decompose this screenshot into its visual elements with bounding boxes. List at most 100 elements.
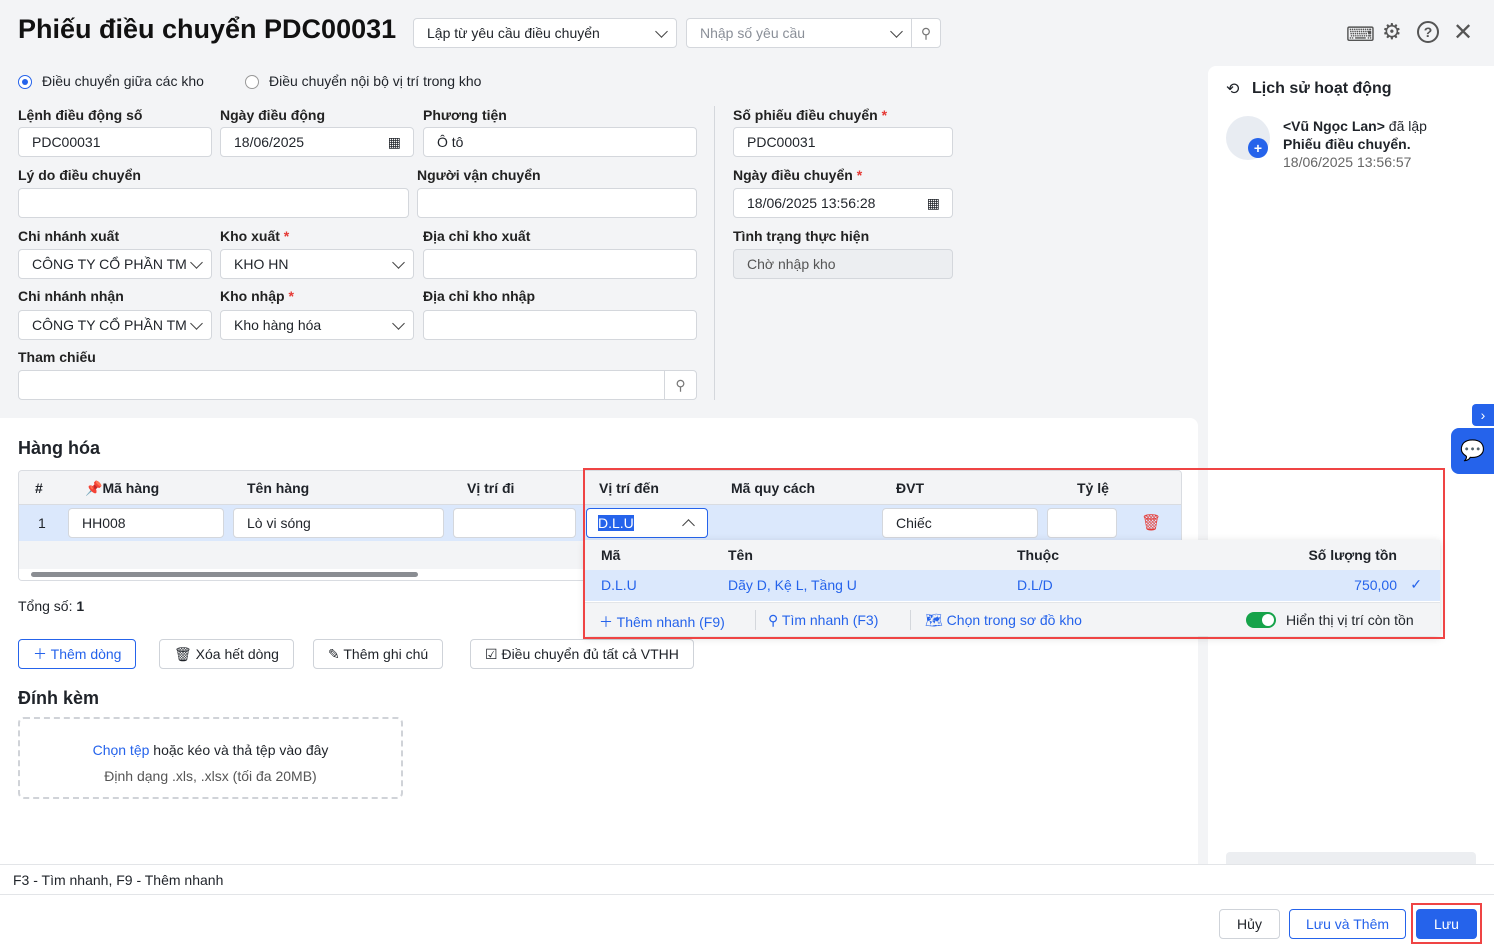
label: Chi nhánh xuất — [18, 228, 120, 244]
chevron-down-icon — [890, 25, 903, 38]
col-header: Số lượng tồn — [1308, 547, 1397, 563]
to-location-select[interactable]: D.L.U — [586, 508, 708, 538]
label: Phương tiện — [423, 107, 507, 123]
trash-icon[interactable]: 🗑 — [1141, 513, 1161, 533]
clear-rows-button[interactable]: 🗑 Xóa hết dòng — [159, 639, 294, 669]
code-input[interactable]: HH008 — [68, 508, 224, 538]
search-icon: ⚲ — [768, 612, 779, 628]
calendar-icon[interactable]: ▦ — [927, 189, 940, 217]
toggle-knob — [1262, 614, 1274, 626]
from-warehouse-select[interactable]: KHO HN — [220, 249, 414, 279]
choose-map-button[interactable]: 🗺 Chọn trong sơ đồ kho — [925, 612, 1082, 629]
table-row[interactable]: 1 HH008 Lò vi sóng D.L.U Chiếc 🗑 — [19, 505, 1181, 541]
radio-label: Điều chuyển nội bộ vị trí trong kho — [269, 73, 482, 89]
required-mark: * — [856, 167, 863, 183]
add-note-button[interactable]: ✎ Thêm ghi chú — [313, 639, 444, 669]
label: Tham chiếu — [18, 349, 96, 365]
dropzone-text: Chọn tệp hoặc kéo và thả tệp vào đây — [20, 737, 401, 763]
value: KHO HN — [234, 256, 289, 272]
shortcut-hint: F3 - Tìm nhanh, F9 - Thêm nhanh — [13, 872, 224, 888]
search-icon[interactable]: ⚲ — [664, 371, 696, 399]
history-user: <Vũ Ngọc Lan> — [1283, 118, 1385, 134]
to-warehouse-select[interactable]: Kho hàng hóa — [220, 310, 414, 340]
from-location-input[interactable] — [453, 508, 576, 538]
cancel-button[interactable]: Hủy — [1219, 909, 1280, 939]
close-icon[interactable]: ✕ — [1453, 18, 1473, 47]
label-text: Ngày điều chuyển — [733, 167, 853, 183]
required-mark: * — [283, 228, 290, 244]
gear-icon[interactable]: ⚙ — [1382, 19, 1402, 45]
section-title: Đính kèm — [18, 688, 100, 708]
quick-add-button[interactable]: ＋ Thêm nhanh (F9) — [599, 612, 725, 632]
slip-no-input[interactable]: PDC00031 — [733, 127, 953, 157]
save-button[interactable]: Lưu — [1416, 909, 1477, 939]
divider — [714, 106, 715, 400]
col-header: Thuộc — [1017, 547, 1059, 563]
slip-date-input[interactable]: 18/06/2025 13:56:28 ▦ — [733, 188, 953, 218]
from-branch-select[interactable]: CÔNG TY CỔ PHẦN TM — [18, 249, 212, 279]
help-icon[interactable]: ? — [1417, 21, 1439, 43]
show-stock-toggle[interactable] — [1246, 612, 1276, 628]
quick-find-button[interactable]: ⚲ Tìm nhanh (F3) — [768, 612, 878, 629]
col-header: Tên hàng — [247, 480, 310, 496]
to-branch-select[interactable]: CÔNG TY CỔ PHẦN TM — [18, 310, 212, 340]
chevron-down-icon — [190, 256, 203, 269]
option-qty: 750,00 — [1354, 577, 1397, 593]
unit-input[interactable]: Chiếc — [882, 508, 1038, 538]
row-no: 1 — [38, 515, 46, 531]
request-input[interactable]: Nhập số yêu cầu — [686, 18, 912, 48]
drop-text: hoặc kéo và thả tệp vào đây — [149, 742, 329, 758]
option-parent: D.L/D — [1017, 577, 1053, 593]
add-row-button[interactable]: ＋ Thêm dòng — [18, 639, 137, 669]
radio-internal[interactable] — [245, 75, 259, 89]
dropdown-option[interactable]: D.L.U Dãy D, Kệ L, Tầng U D.L/D 750,00 ✓ — [585, 570, 1440, 601]
value: 18/06/2025 13:56:28 — [747, 195, 876, 211]
reason-input[interactable] — [18, 188, 409, 218]
source-select[interactable]: Lập từ yêu cầu điều chuyển — [413, 18, 677, 48]
transfer-all-button[interactable]: ☑ Điều chuyển đủ tất cả VTHH — [470, 639, 694, 669]
order-no-input[interactable]: PDC00031 — [18, 127, 212, 157]
label: Tìm nhanh (F3) — [781, 612, 879, 628]
col-header: Vị trí đi — [467, 480, 515, 496]
panel-title: Lịch sử hoạt động — [1252, 80, 1392, 97]
footer-bar: Hủy Lưu và Thêm Lưu — [0, 895, 1494, 952]
value: CÔNG TY CỔ PHẦN TM — [32, 256, 187, 272]
history-object: Phiếu điều chuyển. — [1283, 136, 1411, 152]
label: Lệnh điều động số — [18, 107, 143, 123]
col-header: # — [35, 480, 43, 496]
scrollbar-thumb[interactable] — [31, 572, 418, 577]
col-header[interactable]: 📌Mã hàng — [85, 471, 159, 505]
reference-input[interactable]: ⚲ — [18, 370, 697, 400]
label: Kho xuất * — [220, 228, 289, 244]
expand-panel-button[interactable]: › — [1472, 404, 1494, 426]
history-action: đã lập — [1384, 118, 1427, 134]
ratio-input[interactable] — [1047, 508, 1117, 538]
dropdown-footer: ＋ Thêm nhanh (F9) ⚲ Tìm nhanh (F3) 🗺 Chọ… — [585, 602, 1440, 636]
divider — [910, 610, 911, 630]
panel-tab[interactable] — [1226, 852, 1476, 864]
name-input[interactable]: Lò vi sóng — [233, 508, 444, 538]
to-address-input[interactable] — [423, 310, 697, 340]
history-time: 18/06/2025 13:56:57 — [1283, 154, 1412, 170]
radio-between-warehouses[interactable] — [18, 75, 32, 89]
value: CÔNG TY CỔ PHẦN TM — [32, 317, 187, 333]
calendar-icon[interactable]: ▦ — [388, 128, 401, 156]
order-date-input[interactable]: 18/06/2025 ▦ — [220, 127, 414, 157]
from-address-input[interactable] — [423, 249, 697, 279]
total-value: 1 — [76, 598, 85, 614]
chat-icon[interactable]: 💬 — [1451, 428, 1494, 474]
option-name: Dãy D, Kệ L, Tầng U — [728, 577, 857, 593]
label: Tình trạng thực hiện — [733, 228, 870, 244]
carrier-input[interactable] — [417, 188, 697, 218]
label: Chọn trong sơ đồ kho — [946, 612, 1082, 628]
file-dropzone[interactable]: Chọn tệp hoặc kéo và thả tệp vào đây Địn… — [18, 717, 403, 799]
vehicle-input[interactable]: Ô tô — [423, 127, 697, 157]
choose-file-link[interactable]: Chọn tệp — [93, 742, 150, 758]
save-and-add-button[interactable]: Lưu và Thêm — [1289, 909, 1406, 939]
keyboard-icon[interactable]: ⌨ — [1346, 22, 1375, 47]
search-icon[interactable]: ⚲ — [911, 18, 941, 48]
source-select-value: Lập từ yêu cầu điều chuyển — [427, 25, 600, 41]
label: Điều chuyển đủ tất cả VTHH — [501, 646, 679, 662]
label: Ngày điều động — [220, 107, 325, 123]
label-text: Số phiếu điều chuyển — [733, 107, 878, 123]
